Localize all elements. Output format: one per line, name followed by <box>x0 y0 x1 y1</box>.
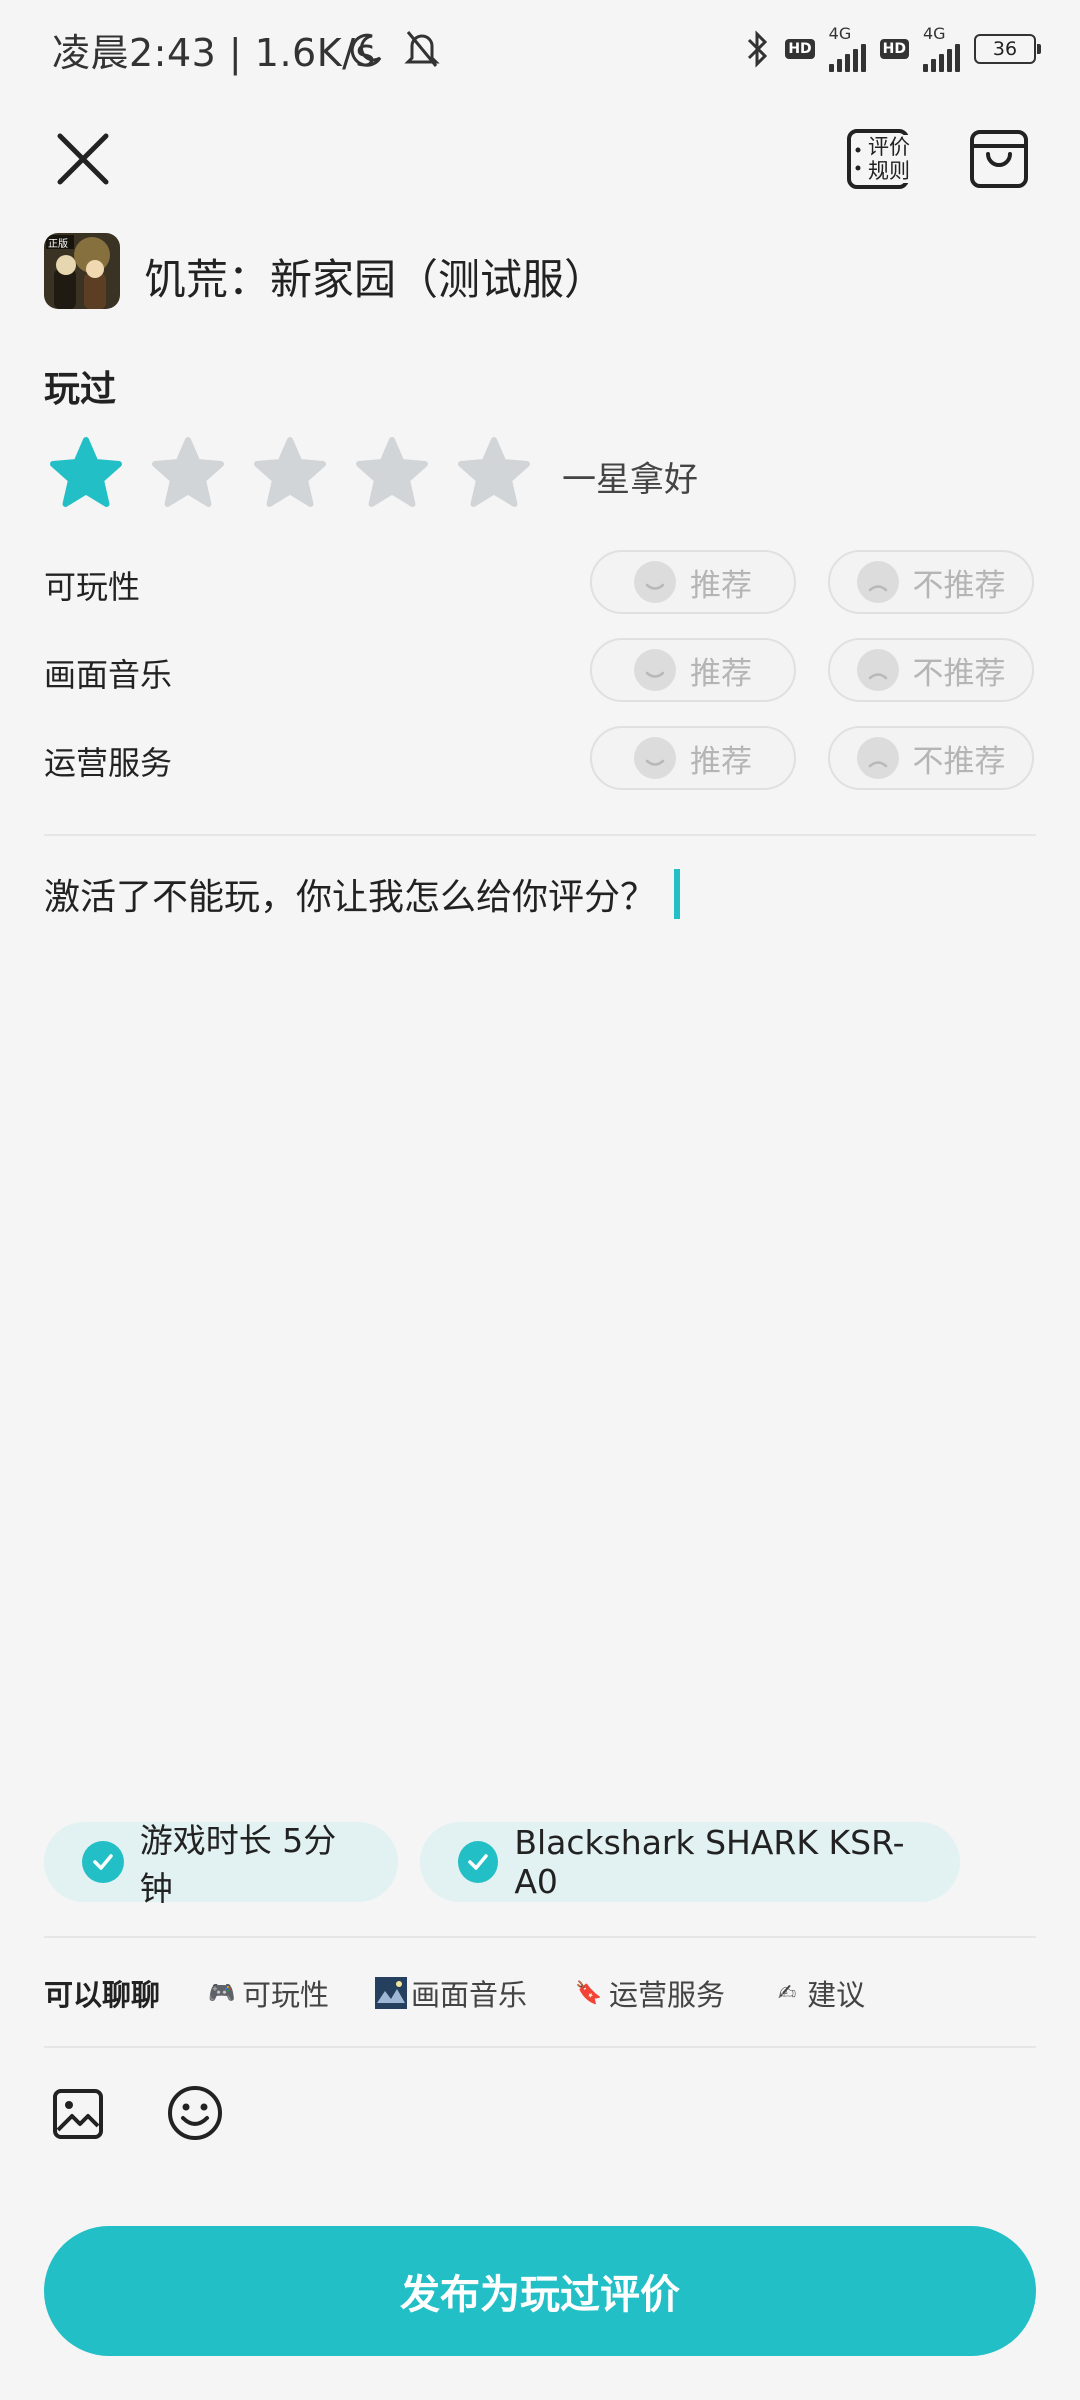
text-cursor <box>674 869 681 919</box>
bluetooth-icon <box>748 30 768 68</box>
tag-label: Blackshark SHARK KSR-A0 <box>514 1823 905 1901</box>
bell-muted-icon <box>404 31 440 67</box>
smiley-icon[interactable] <box>166 2084 224 2142</box>
not-recommend-button[interactable]: 不推荐 <box>828 726 1034 790</box>
topic-suggestion[interactable]: ✍ 建议 <box>771 1972 865 2014</box>
writing-hand-icon: ✍ <box>777 1980 797 2006</box>
category-label: 运营服务 <box>44 744 173 782</box>
network-type: 4G <box>923 24 946 43</box>
signal-bars-icon <box>923 42 960 72</box>
topic-label: 建议 <box>807 1978 866 2012</box>
smile-face-icon <box>634 561 676 603</box>
star-icon-4[interactable] <box>352 434 432 514</box>
device-tag[interactable]: Blackshark SHARK KSR-A0 <box>420 1822 960 1902</box>
not-recommend-label: 不推荐 <box>912 567 1006 604</box>
recommend-label: 推荐 <box>690 743 752 780</box>
picture-icon <box>375 1977 408 2009</box>
rules-label-line1: 评价 <box>868 135 910 159</box>
close-icon[interactable] <box>52 128 114 190</box>
sad-face-icon <box>856 561 899 603</box>
not-recommend-label: 不推荐 <box>912 655 1006 692</box>
rating-rules-button[interactable]: 评价 规则 <box>846 128 910 190</box>
network-type: 4G <box>828 24 852 43</box>
bookmark-icon: 🔖 <box>575 1980 603 2006</box>
category-label: 可玩性 <box>44 568 141 606</box>
draft-box-icon[interactable] <box>968 128 1030 190</box>
game-controller-icon: 🎮 <box>208 1980 236 2006</box>
moon-icon <box>350 33 382 67</box>
smile-face-icon <box>634 649 676 691</box>
divider <box>44 834 1036 836</box>
game-icon: 正版 <box>44 233 120 309</box>
rating-text: 一星拿好 <box>562 460 698 500</box>
star-icon-5[interactable] <box>454 434 534 514</box>
not-recommend-button[interactable]: 不推荐 <box>828 550 1034 614</box>
recommend-button[interactable]: 推荐 <box>590 550 796 614</box>
topic-playability[interactable]: 🎮 可玩性 <box>206 1972 329 2014</box>
recommend-button[interactable]: 推荐 <box>590 726 796 790</box>
topic-label: 运营服务 <box>609 1978 726 2012</box>
signal-2: 4G <box>923 26 960 72</box>
topic-lead: 可以聊聊 <box>44 1978 161 2012</box>
publish-button[interactable]: 发布为玩过评价 <box>44 2226 1036 2356</box>
hd-badge: HD <box>785 39 815 59</box>
smile-face-icon <box>634 737 676 779</box>
recommend-button[interactable]: 推荐 <box>590 638 796 702</box>
recommend-label: 推荐 <box>690 655 752 692</box>
topic-label: 可玩性 <box>242 1978 330 2012</box>
playtime-tag[interactable]: 游戏时长 5分钟 <box>44 1821 398 1908</box>
status-time: 凌晨2:43 | 1.6K/s <box>52 31 376 75</box>
review-textarea[interactable]: 激活了不能玩，你让我怎么给你评分？ <box>44 868 681 920</box>
topic-graphics-music[interactable]: 画面音乐 <box>375 1972 527 2014</box>
review-text: 激活了不能玩，你让我怎么给你评分？ <box>44 877 657 918</box>
category-label: 画面音乐 <box>44 656 173 694</box>
topic-label: 画面音乐 <box>411 1978 528 2012</box>
battery-level: 36 <box>992 38 1018 60</box>
signal-1: 4G <box>828 24 866 72</box>
game-title: 饥荒：新家园（测试服） <box>144 255 607 304</box>
divider <box>44 2046 1036 2048</box>
topic-operation[interactable]: 🔖 运营服务 <box>573 1972 725 2014</box>
status-bar: 凌晨2:43 | 1.6K/s HD 4G HD 4G 36 <box>0 0 1080 100</box>
star-icon-1[interactable] <box>46 434 126 514</box>
rules-label-line2: 规则 <box>868 159 910 183</box>
battery-icon: 36 <box>974 34 1041 64</box>
status-icons: HD 4G HD 4G 36 <box>745 24 1041 74</box>
check-icon <box>458 1841 499 1883</box>
sad-face-icon <box>856 737 899 779</box>
not-recommend-button[interactable]: 不推荐 <box>828 638 1034 702</box>
not-recommend-label: 不推荐 <box>912 743 1006 780</box>
signal-bars-icon <box>828 42 866 72</box>
star-icon-3[interactable] <box>250 434 330 514</box>
sad-face-icon <box>856 649 899 691</box>
star-rating[interactable] <box>46 434 534 514</box>
game-icon-badge: 正版 <box>48 239 68 250</box>
played-label: 玩过 <box>44 369 117 410</box>
check-icon <box>82 1841 124 1883</box>
star-icon-2[interactable] <box>148 434 228 514</box>
recommend-label: 推荐 <box>690 567 752 604</box>
divider <box>44 1936 1036 1938</box>
topic-bar: 可以聊聊 🎮 可玩性 画面音乐 🔖 运营服务 ✍ 建议 <box>44 1972 865 2014</box>
tag-label: 游戏时长 5分钟 <box>139 1821 337 1908</box>
hd-badge: HD <box>879 39 909 59</box>
image-icon[interactable] <box>52 2088 104 2140</box>
